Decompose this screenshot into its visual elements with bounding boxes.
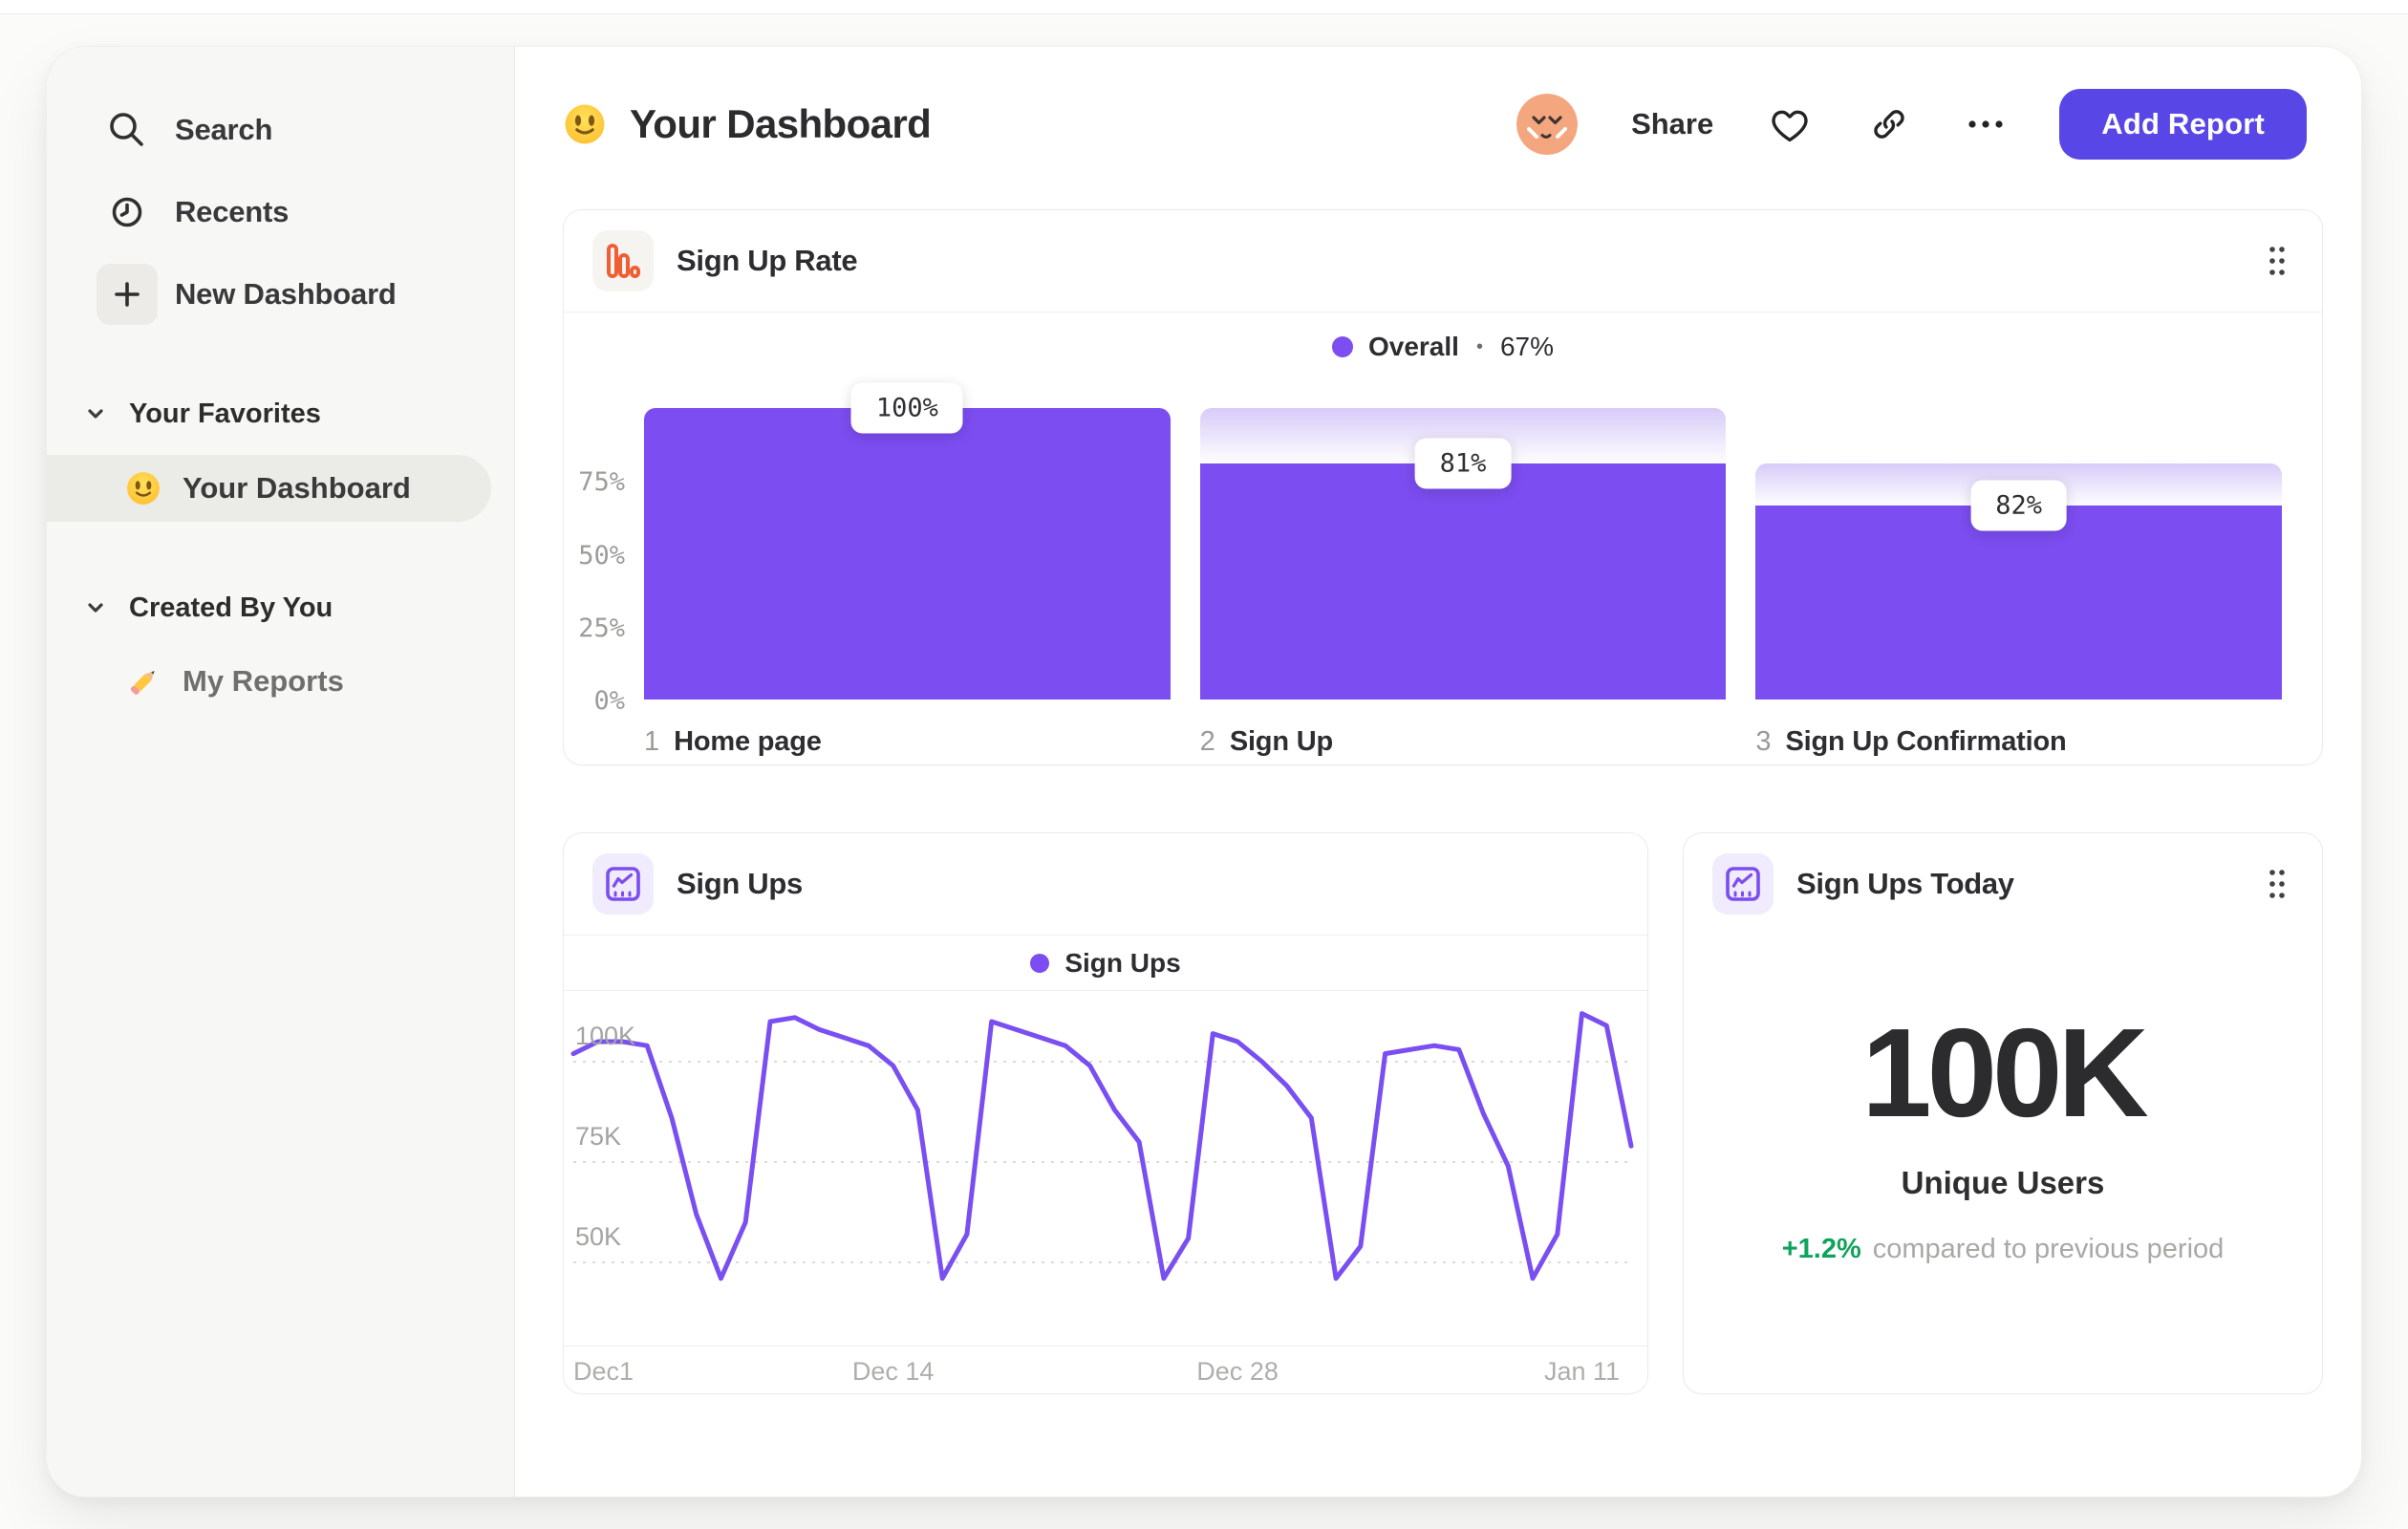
add-report-button[interactable]: Add Report (2059, 89, 2307, 160)
sidebar-item-new-dashboard[interactable]: New Dashboard (47, 253, 514, 335)
card-header: Sign Up Rate (564, 210, 2322, 312)
page-header: Your Dashboard Share Add Report (563, 89, 2307, 160)
cards-row: Sign Ups Sign Ups 100K 75K 50K Dec1 Dec 14 D… (563, 832, 2323, 1394)
funnel-legend: Overall • 67% (564, 312, 2322, 381)
y-tick-label: 50% (578, 540, 625, 571)
step-name: Sign Up Confirmation (1785, 726, 2067, 757)
card-title: Sign Ups Today (1796, 867, 2014, 900)
sign-ups-card: Sign Ups Sign Ups 100K 75K 50K Dec1 Dec 14 D… (563, 832, 1648, 1394)
funnel-step-label: 1 Home page (644, 726, 1171, 758)
sidebar-item-search[interactable]: Search (47, 89, 514, 171)
funnel-chart: 100% 81% 82% (644, 382, 2283, 700)
x-tick-label: Dec1 (573, 1357, 634, 1386)
card-header: Sign Ups Today (1684, 833, 2322, 935)
bar-chart-icon (592, 230, 654, 291)
sign-ups-line-chart[interactable]: 100K 75K 50K (570, 1010, 1634, 1347)
divider (564, 990, 1647, 991)
funnel-y-axis: 75% 50% 25% 0% (571, 408, 625, 716)
section-title: Your Favorites (129, 398, 321, 429)
step-number: 3 (1755, 726, 1772, 757)
funnel-step-sign-up-confirmation[interactable]: 82% (1755, 408, 2283, 700)
app-window: Search Recents New Dashboard Your Favori… (46, 46, 2362, 1497)
stat-delta: +1.2% compared to previous period (1684, 1234, 2322, 1265)
sidebar-item-label: My Reports (183, 664, 344, 698)
step-number: 2 (1199, 726, 1215, 757)
delta-value: +1.2% (1781, 1234, 1861, 1264)
funnel-step-sign-up[interactable]: 81% (1199, 408, 1727, 700)
card-title: Sign Up Rate (677, 244, 858, 277)
funnel-value-tooltip: 81% (1414, 438, 1512, 489)
smiley-emoji-icon (125, 470, 161, 506)
funnel-bar[interactable] (644, 408, 1171, 700)
line-legend: Sign Ups (564, 936, 1647, 990)
sign-ups-today-card: Sign Ups Today 100K Unique Users +1.2% co… (1683, 832, 2323, 1394)
delta-note: compared to previous period (1872, 1234, 2225, 1264)
sidebar-item-label: Recents (175, 195, 290, 228)
x-tick-label: Jan 11 (1543, 1357, 1621, 1386)
sidebar-item-label: New Dashboard (175, 277, 397, 311)
sidebar-item-my-reports[interactable]: My Reports (47, 648, 491, 715)
funnel-value-tooltip: 82% (1970, 480, 2068, 531)
drag-handle-icon[interactable] (2267, 868, 2288, 900)
card-header: Sign Ups (564, 833, 1647, 935)
step-number: 1 (644, 726, 660, 757)
y-tick-label: 75% (578, 467, 625, 498)
x-tick-label: Dec 28 (1196, 1357, 1279, 1386)
legend-label: Sign Ups (1064, 947, 1181, 978)
step-name: Sign Up (1229, 726, 1333, 757)
funnel-step-label: 3 Sign Up Confirmation (1755, 726, 2282, 758)
card-title: Sign Ups (677, 867, 803, 900)
header-actions: Share Add Report (1516, 89, 2307, 160)
more-options-icon[interactable] (1966, 118, 2006, 131)
funnel-step-home-page[interactable]: 100% (644, 382, 1171, 700)
sidebar-item-label: Your Dashboard (183, 471, 411, 505)
funnel-step-labels: 1 Home page 2 Sign Up 3 Sign Up Confirma… (644, 726, 2282, 758)
legend-separator: • (1475, 335, 1483, 357)
legend-value: 67% (1499, 332, 1554, 361)
stat-content: 100K Unique Users +1.2% compared to previ… (1684, 1010, 2322, 1265)
funnel-step-label: 2 Sign Up (1200, 726, 1727, 758)
legend-label: Overall (1367, 332, 1459, 361)
plus-icon (97, 264, 158, 325)
line-chart-icon (1712, 853, 1774, 915)
stat-label: Unique Users (1901, 1165, 2105, 1200)
legend-dot (1030, 953, 1050, 973)
section-title: Created By You (129, 592, 333, 623)
drag-handle-icon[interactable] (2267, 245, 2288, 277)
chevron-down-icon (85, 403, 106, 424)
heart-icon[interactable] (1767, 101, 1813, 147)
smiley-emoji-icon (563, 102, 607, 146)
legend-dot (1331, 336, 1353, 357)
chevron-down-icon (85, 597, 106, 618)
sidebar-item-recents[interactable]: Recents (47, 171, 514, 253)
link-icon[interactable] (1866, 101, 1912, 147)
line-chart-icon (592, 853, 654, 915)
y-tick-label: 75K (575, 1122, 622, 1151)
funnel-bar[interactable] (1755, 506, 2283, 700)
sidebar: Search Recents New Dashboard Your Favori… (47, 47, 515, 1497)
pencil-emoji-icon (125, 663, 161, 700)
share-button[interactable]: Share (1631, 107, 1713, 141)
y-tick-label: 25% (578, 613, 625, 643)
x-axis: Dec1 Dec 14 Dec 28 Jan 11 (564, 1346, 1647, 1393)
search-icon (97, 99, 158, 161)
y-tick-label: 0% (593, 686, 625, 716)
sign-ups-series-line (570, 1011, 1634, 1281)
avatar[interactable] (1516, 94, 1579, 155)
y-tick-label: 100K (575, 1022, 636, 1050)
main-content: Your Dashboard Share Add Report Sign Up … (515, 47, 2361, 1497)
page-title: Your Dashboard (630, 101, 932, 146)
sign-up-rate-card: Sign Up Rate Overall • 67% 75% 50% 25% 0% 1… (563, 209, 2323, 765)
funnel-bar[interactable] (1199, 463, 1727, 700)
y-tick-label: 50K (575, 1222, 622, 1251)
funnel-value-tooltip: 100% (850, 382, 963, 434)
sidebar-section-created-by-you[interactable]: Created By You (47, 581, 514, 635)
sidebar-item-label: Search (175, 113, 273, 146)
sidebar-item-your-dashboard[interactable]: Your Dashboard (47, 455, 491, 522)
stat-value: 100K (1861, 1002, 2149, 1143)
x-tick-label: Dec 14 (851, 1357, 935, 1386)
clock-icon (97, 182, 158, 243)
step-name: Home page (674, 726, 822, 757)
sidebar-section-your-favorites[interactable]: Your Favorites (47, 387, 514, 441)
